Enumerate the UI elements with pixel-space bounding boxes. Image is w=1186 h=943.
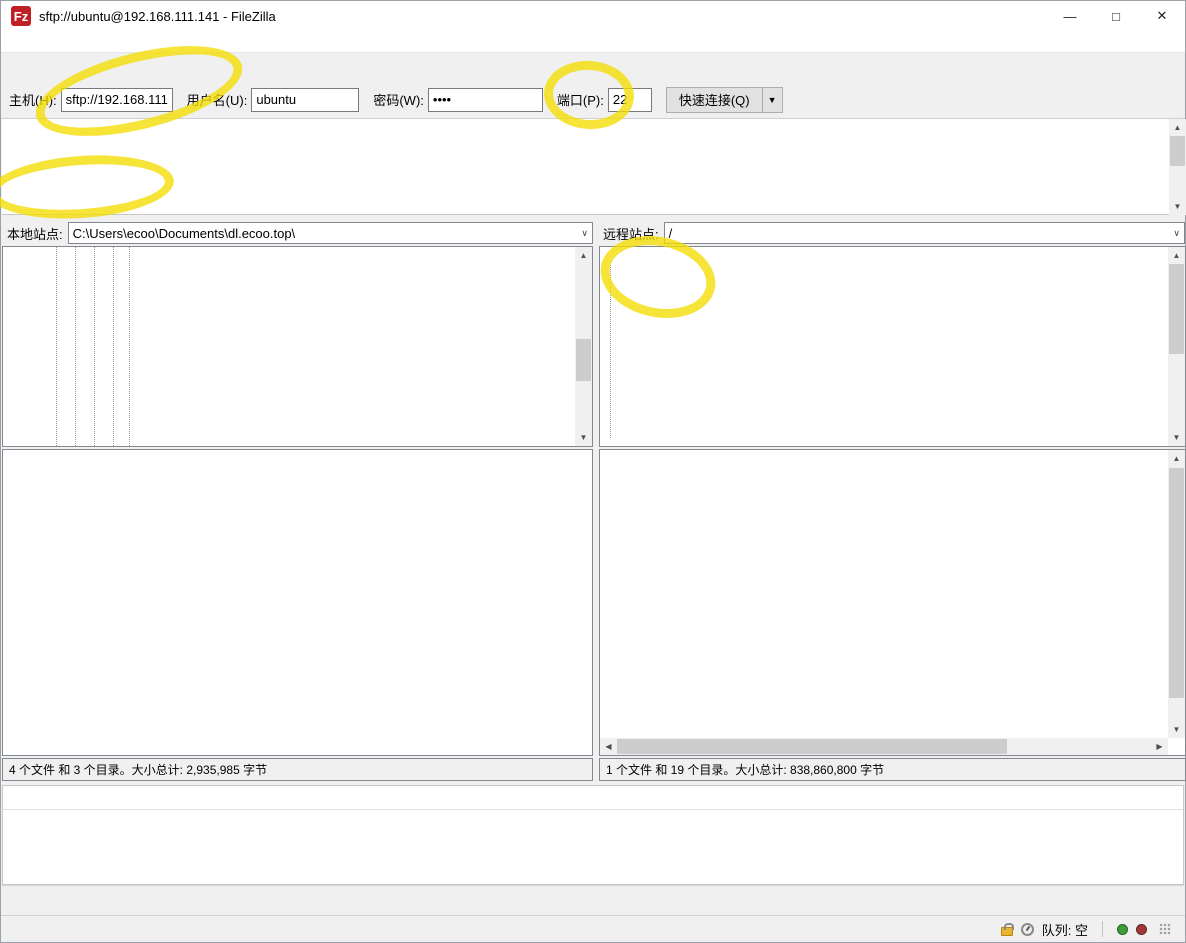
local-site-combo[interactable]: C:\Users\ecoo\Documents\dl.ecoo.top\ ∨: [68, 222, 593, 244]
remote-tree-scrollbar[interactable]: ▲ ▼: [1168, 247, 1185, 446]
remote-tree-pane: ▲ ▼: [599, 246, 1186, 447]
chevron-down-icon[interactable]: ∨: [1173, 228, 1180, 239]
scroll-up-icon[interactable]: ▲: [1168, 450, 1185, 467]
local-file-list: [2, 449, 593, 756]
resize-grip-icon[interactable]: [1159, 923, 1171, 935]
quickconnect-dropdown-icon[interactable]: ▼: [763, 87, 783, 113]
scrollbar-thumb[interactable]: [1169, 468, 1184, 698]
window-title: sftp://ubuntu@192.168.111.141 - FileZill…: [39, 9, 276, 24]
transfer-queue-pane: [2, 785, 1184, 885]
filezilla-window: Fz sftp://ubuntu@192.168.111.141 - FileZ…: [0, 0, 1186, 943]
port-label: 端口(P):: [557, 90, 604, 109]
scrollbar-thumb[interactable]: [1169, 264, 1184, 354]
close-button-icon[interactable]: ✕: [1139, 1, 1185, 31]
pane-splitter[interactable]: [593, 221, 599, 781]
minimize-button-icon[interactable]: —: [1047, 1, 1093, 31]
remote-summary: 1 个文件 和 19 个目录。大小总计: 838,860,800 字节: [599, 758, 1186, 781]
host-label: 主机(H):: [9, 90, 57, 109]
remote-site-label: 远程站点:: [603, 224, 659, 243]
scroll-up-icon[interactable]: ▲: [575, 247, 592, 264]
scrollbar-thumb[interactable]: [617, 739, 1007, 754]
filezilla-logo-icon: Fz: [11, 6, 31, 26]
queue-status: 队列: 空: [1042, 920, 1088, 939]
local-tree-pane: ▲ ▼: [2, 246, 593, 447]
local-summary: 4 个文件 和 3 个目录。大小总计: 2,935,985 字节: [2, 758, 593, 781]
remote-site-bar: 远程站点: / ∨: [603, 220, 1185, 246]
status-red-indicator-icon: [1136, 924, 1147, 935]
local-tree-scrollbar[interactable]: ▲ ▼: [575, 247, 592, 446]
scroll-down-icon[interactable]: ▼: [1169, 198, 1186, 215]
local-site-label: 本地站点:: [7, 224, 63, 243]
scrollbar-thumb[interactable]: [1170, 136, 1185, 166]
port-input[interactable]: 22: [608, 88, 652, 112]
password-label: 密码(W):: [373, 90, 424, 109]
remote-site-combo[interactable]: / ∨: [664, 222, 1185, 244]
queue-tab-strip: [2, 885, 1184, 917]
status-bar: 队列: 空: [1, 915, 1185, 942]
host-input[interactable]: sftp://192.168.111: [61, 88, 173, 112]
password-input[interactable]: ••••: [428, 88, 543, 112]
remote-file-list: [599, 449, 1186, 756]
local-site-path: C:\Users\ecoo\Documents\dl.ecoo.top\: [73, 226, 296, 241]
toolbar: [1, 53, 1185, 81]
scroll-left-icon[interactable]: ◀: [600, 738, 617, 755]
maximize-button-icon[interactable]: □: [1093, 1, 1139, 31]
message-log-scrollbar[interactable]: ▲ ▼: [1169, 119, 1186, 215]
username-label: 用户名(U):: [187, 90, 248, 109]
chevron-down-icon[interactable]: ∨: [581, 228, 588, 239]
scroll-up-icon[interactable]: ▲: [1168, 247, 1185, 264]
title-bar: Fz sftp://ubuntu@192.168.111.141 - FileZ…: [1, 1, 1185, 31]
scrollbar-thumb[interactable]: [576, 339, 591, 381]
remote-list-scrollbar[interactable]: ▲ ▼: [1168, 450, 1185, 738]
message-log: [2, 119, 1184, 215]
username-input[interactable]: ubuntu: [251, 88, 359, 112]
status-green-indicator-icon: [1117, 924, 1128, 935]
quickconnect-bar: 主机(H): sftp://192.168.111 用户名(U): ubuntu…: [1, 81, 1185, 119]
remote-list-hscrollbar[interactable]: ◀ ▶: [600, 738, 1168, 755]
scroll-down-icon[interactable]: ▼: [1168, 721, 1185, 738]
scroll-up-icon[interactable]: ▲: [1169, 119, 1186, 136]
quickconnect-button[interactable]: 快速连接(Q): [666, 87, 763, 113]
scroll-right-icon[interactable]: ▶: [1151, 738, 1168, 755]
scroll-down-icon[interactable]: ▼: [1168, 429, 1185, 446]
scroll-down-icon[interactable]: ▼: [575, 429, 592, 446]
menu-bar: [1, 31, 1185, 53]
local-site-bar: 本地站点: C:\Users\ecoo\Documents\dl.ecoo.to…: [7, 220, 593, 246]
lock-icon: [1001, 927, 1013, 936]
speed-limit-icon[interactable]: [1021, 923, 1034, 936]
remote-site-path: /: [669, 226, 673, 241]
